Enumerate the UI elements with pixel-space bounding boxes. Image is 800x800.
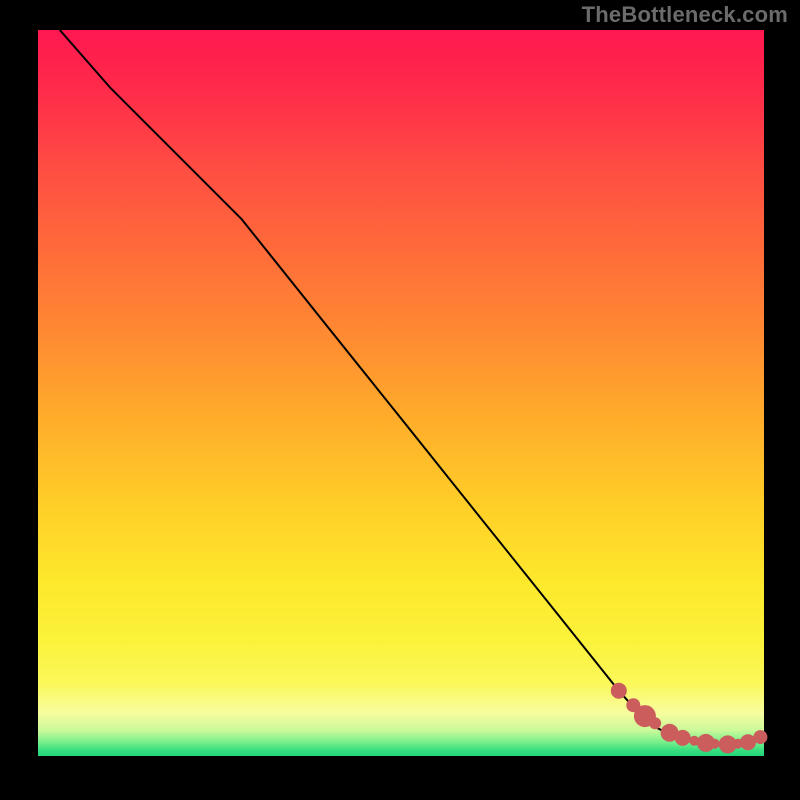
watermark-text: TheBottleneck.com [582, 2, 788, 28]
highlight-dot [675, 730, 691, 746]
highlight-dot [753, 730, 767, 744]
plot-svg [38, 30, 764, 756]
bottleneck-curve [60, 30, 761, 744]
highlight-dot [611, 683, 627, 699]
highlight-dot [649, 717, 661, 729]
highlight-dots-group [611, 683, 768, 754]
plot-area [38, 30, 764, 756]
chart-container: TheBottleneck.com [0, 0, 800, 800]
highlight-dot [710, 739, 720, 749]
